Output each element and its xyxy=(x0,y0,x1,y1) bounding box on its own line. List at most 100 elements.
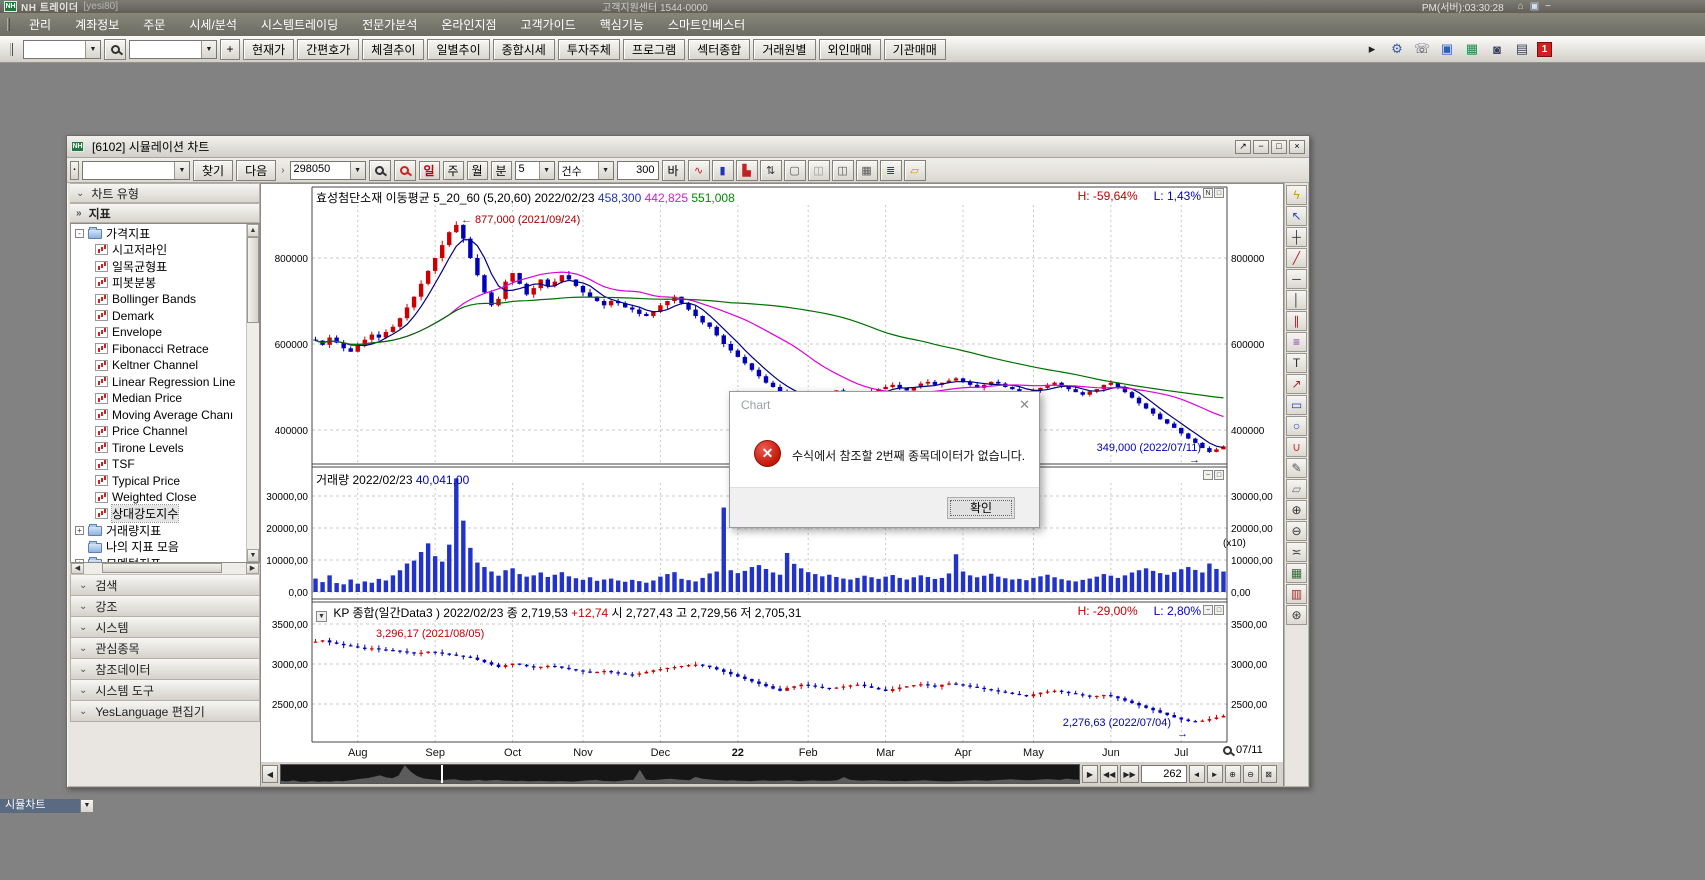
tree-hscrollbar[interactable]: ◀ ▶ xyxy=(70,563,260,575)
scroll-right-icon[interactable]: ▶ xyxy=(246,563,259,574)
sidebar-section-차트 유형[interactable]: ⌄ 차트 유형 xyxy=(70,183,260,203)
quick-button-일별추이[interactable]: 일별추이 xyxy=(427,38,490,60)
period-day-button[interactable]: 일 xyxy=(418,160,440,180)
price-pane-buttons[interactable]: N □ xyxy=(1203,188,1224,198)
ok-button[interactable]: 확인 xyxy=(947,497,1015,519)
yeslanguage-icon[interactable]: ϟ xyxy=(1286,185,1307,205)
chevron-down-icon[interactable]: ▼ xyxy=(174,161,189,179)
menu-item-핵심기능[interactable]: 핵심기능 xyxy=(588,16,656,33)
menu-item-고객가이드[interactable]: 고객가이드 xyxy=(509,16,588,33)
symbol-search-button[interactable] xyxy=(368,159,391,181)
sort-updown-icon[interactable]: ⇅ xyxy=(759,159,782,181)
save-icon[interactable]: ≣ xyxy=(879,159,902,181)
bar-chart-icon[interactable]: ▙ xyxy=(735,159,758,181)
quick-button-기관매매[interactable]: 기관매매 xyxy=(883,38,946,60)
sidebar-accordion-시스템 도구[interactable]: ⌄ 시스템 도구 xyxy=(70,680,260,701)
tree-scrollbar[interactable]: ▲ ▼ xyxy=(246,224,259,562)
tree-expander-icon[interactable] xyxy=(75,542,84,551)
pencil-icon[interactable]: ✎ xyxy=(1286,458,1307,478)
tree-item-Envelope[interactable]: Envelope xyxy=(71,324,246,341)
quick-button-간편호가[interactable]: 간편호가 xyxy=(297,38,360,60)
tree-item-피봇분봉[interactable]: 피봇분봉 xyxy=(71,275,246,292)
notification-badge[interactable]: 1 xyxy=(1537,41,1552,57)
tree-item-가격지표[interactable]: - 가격지표 xyxy=(71,225,246,242)
tree-item-Moving Average Chanı[interactable]: Moving Average Chanı xyxy=(71,407,246,424)
sidebar-accordion-참조데이터[interactable]: ⌄ 참조데이터 xyxy=(70,659,260,680)
grid-window-icon[interactable]: ▦ xyxy=(855,159,878,181)
sidebar-accordion-시스템[interactable]: ⌄ 시스템 xyxy=(70,617,260,638)
tree-item-Weighted Close[interactable]: Weighted Close xyxy=(71,489,246,506)
menu-item-시스템트레이딩[interactable]: 시스템트레이딩 xyxy=(249,16,350,33)
tree-item-Linear Regression Line[interactable]: Linear Regression Line xyxy=(71,374,246,391)
trendline-icon[interactable]: ╱ xyxy=(1286,248,1307,268)
chevron-down-icon[interactable]: ▼ xyxy=(85,40,100,58)
maximize-button[interactable]: □ xyxy=(1271,139,1287,154)
vertical-line-icon[interactable]: │ xyxy=(1286,290,1307,310)
favorite-search-button[interactable] xyxy=(393,159,416,181)
next-button[interactable]: 다음 xyxy=(236,159,277,181)
grid-icon[interactable]: ▦ xyxy=(1286,563,1307,583)
sidebar-accordion-검색[interactable]: ⌄ 검색 xyxy=(70,575,260,596)
minimize-button[interactable]: − xyxy=(1253,139,1269,154)
close-button[interactable]: × xyxy=(1289,139,1305,154)
quick-button-투자주체[interactable]: 투자주체 xyxy=(557,38,620,60)
find-button[interactable]: 찾기 xyxy=(193,159,234,181)
minimized-window-item[interactable]: 시뮬차트 ▼ xyxy=(0,799,94,813)
chevron-down-icon[interactable]: ▼ xyxy=(201,40,216,58)
chevron-down-icon[interactable]: ▼ xyxy=(597,161,613,179)
nav-minimap[interactable] xyxy=(280,764,1080,784)
settings-gear-icon[interactable]: ⚙ xyxy=(1387,40,1407,59)
tree-item-Tirone Levels[interactable]: Tirone Levels xyxy=(71,440,246,457)
nav-forward-button[interactable]: ▶ xyxy=(1082,765,1098,783)
period-minute-button[interactable]: 분 xyxy=(490,160,512,180)
scroll-thumb[interactable] xyxy=(247,237,259,323)
tree-expander-icon[interactable]: + xyxy=(75,525,84,535)
scroll-left-icon[interactable]: ◀ xyxy=(71,563,84,574)
index-pane-buttons[interactable]: − □ xyxy=(1203,605,1224,615)
close-nav-button[interactable]: ⊠ xyxy=(1260,765,1277,783)
toolbar-grip[interactable] xyxy=(10,42,13,56)
symbol-code-combo[interactable]: 298050 ▼ xyxy=(289,160,366,180)
menu-grip[interactable] xyxy=(7,18,10,31)
fibonacci-icon[interactable]: ≡ xyxy=(1286,332,1307,352)
quick-button-종합시세[interactable]: 종합시세 xyxy=(492,38,555,60)
channel-icon[interactable]: ∥ xyxy=(1286,311,1307,331)
zoom-axis-icon[interactable] xyxy=(1223,745,1232,755)
nav-back-button[interactable]: ◀ xyxy=(262,765,278,783)
tree-item-Typical Price[interactable]: Typical Price xyxy=(71,473,246,490)
bar-count-input[interactable] xyxy=(616,160,659,180)
sidebar-accordion-관심종목[interactable]: ⌄ 관심종목 xyxy=(70,638,260,659)
indicator-icon[interactable]: ▥ xyxy=(1286,584,1307,604)
tree-item-Fibonacci Retrace[interactable]: Fibonacci Retrace xyxy=(71,341,246,358)
tree-item-시고저라인[interactable]: 시고저라인 xyxy=(71,242,246,259)
layout-grid-icon[interactable]: ▦ xyxy=(1462,40,1482,59)
tree-item-Keltner Channel[interactable]: Keltner Channel xyxy=(71,357,246,374)
hscroll-thumb[interactable] xyxy=(102,563,222,573)
nav-last-button[interactable]: ▶▶ xyxy=(1120,765,1139,783)
search-button[interactable] xyxy=(104,38,126,60)
quick-button-프로그램[interactable]: 프로그램 xyxy=(622,38,686,60)
zoom-in-button[interactable]: ⊕ xyxy=(1224,765,1241,783)
menu-item-주문[interactable]: 주문 xyxy=(131,16,177,33)
monitor-icon[interactable]: ▣ xyxy=(1530,1,1539,12)
magnet-icon[interactable]: ∪ xyxy=(1286,437,1307,457)
tree-item-TSF[interactable]: TSF xyxy=(71,456,246,473)
home-icon[interactable]: ⌂ xyxy=(1518,1,1524,12)
zoom-out-button[interactable]: ⊖ xyxy=(1242,765,1259,783)
monitor-icon[interactable]: ▣ xyxy=(1437,40,1457,59)
menu-item-시세/분석[interactable]: 시세/분석 xyxy=(177,16,249,33)
menu-item-관리[interactable]: 관리 xyxy=(17,16,63,33)
sidebar-accordion-YesLanguage 편집기[interactable]: ⌄ YesLanguage 편집기 xyxy=(70,701,260,722)
zoom-in-icon[interactable]: ⊕ xyxy=(1286,500,1307,520)
indicator-search-combo[interactable]: ▼ xyxy=(82,160,190,180)
chevron-down-icon[interactable]: ▼ xyxy=(80,799,94,813)
symbol-combo[interactable]: ▼ xyxy=(129,39,217,59)
nav-first-button[interactable]: ◀◀ xyxy=(1100,765,1119,783)
expand-arrow-icon[interactable]: ▸ xyxy=(1362,40,1382,59)
quick-button-체결추이[interactable]: 체결추이 xyxy=(362,38,425,60)
count-combo[interactable]: 건수 ▼ xyxy=(557,160,614,180)
minute-combo[interactable]: 5 ▼ xyxy=(514,160,555,180)
chevron-down-icon[interactable]: ▼ xyxy=(538,161,554,179)
copy-chart-icon[interactable]: ◫ xyxy=(807,159,830,181)
tree-expander-icon[interactable]: + xyxy=(75,558,84,562)
